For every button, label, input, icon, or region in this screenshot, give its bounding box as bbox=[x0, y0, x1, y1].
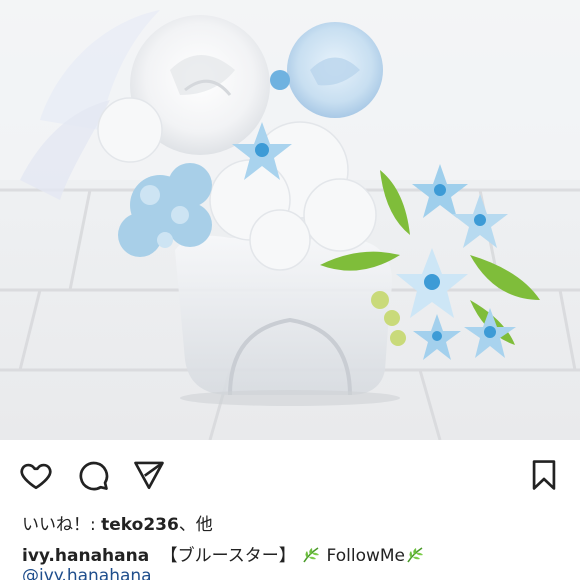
save-button[interactable] bbox=[525, 456, 563, 494]
liker-username[interactable]: teko236 bbox=[101, 515, 179, 535]
herb-icon bbox=[407, 547, 424, 563]
comment-bubble-icon bbox=[79, 461, 109, 491]
likes-summary: いいね！: teko236、他 bbox=[22, 510, 213, 535]
herb-icon bbox=[303, 547, 320, 563]
share-button[interactable] bbox=[130, 456, 168, 494]
caption-text-part1: 【ブルースター】 bbox=[160, 546, 296, 566]
flower-arrangement-image bbox=[0, 0, 580, 440]
mention-link[interactable]: @ivy.hanahana bbox=[22, 566, 152, 580]
bookmark-icon bbox=[532, 460, 556, 490]
like-button[interactable] bbox=[17, 456, 55, 494]
paper-plane-icon bbox=[134, 461, 164, 490]
caption-author[interactable]: ivy.hanahana bbox=[22, 546, 149, 566]
instagram-post: いいね！: teko236、他 ivy.hanahana 【ブルースター】 Fo… bbox=[0, 0, 580, 580]
likes-prefix: いいね！: bbox=[22, 515, 102, 535]
post-photo[interactable] bbox=[0, 0, 580, 440]
heart-icon bbox=[20, 463, 52, 490]
post-actions-bar bbox=[0, 440, 580, 508]
post-caption: ivy.hanahana 【ブルースター】 FollowMe bbox=[22, 541, 425, 566]
comment-button[interactable] bbox=[74, 456, 112, 494]
caption-text-part2: FollowMe bbox=[321, 546, 406, 566]
likes-suffix[interactable]: 、他 bbox=[179, 515, 213, 535]
